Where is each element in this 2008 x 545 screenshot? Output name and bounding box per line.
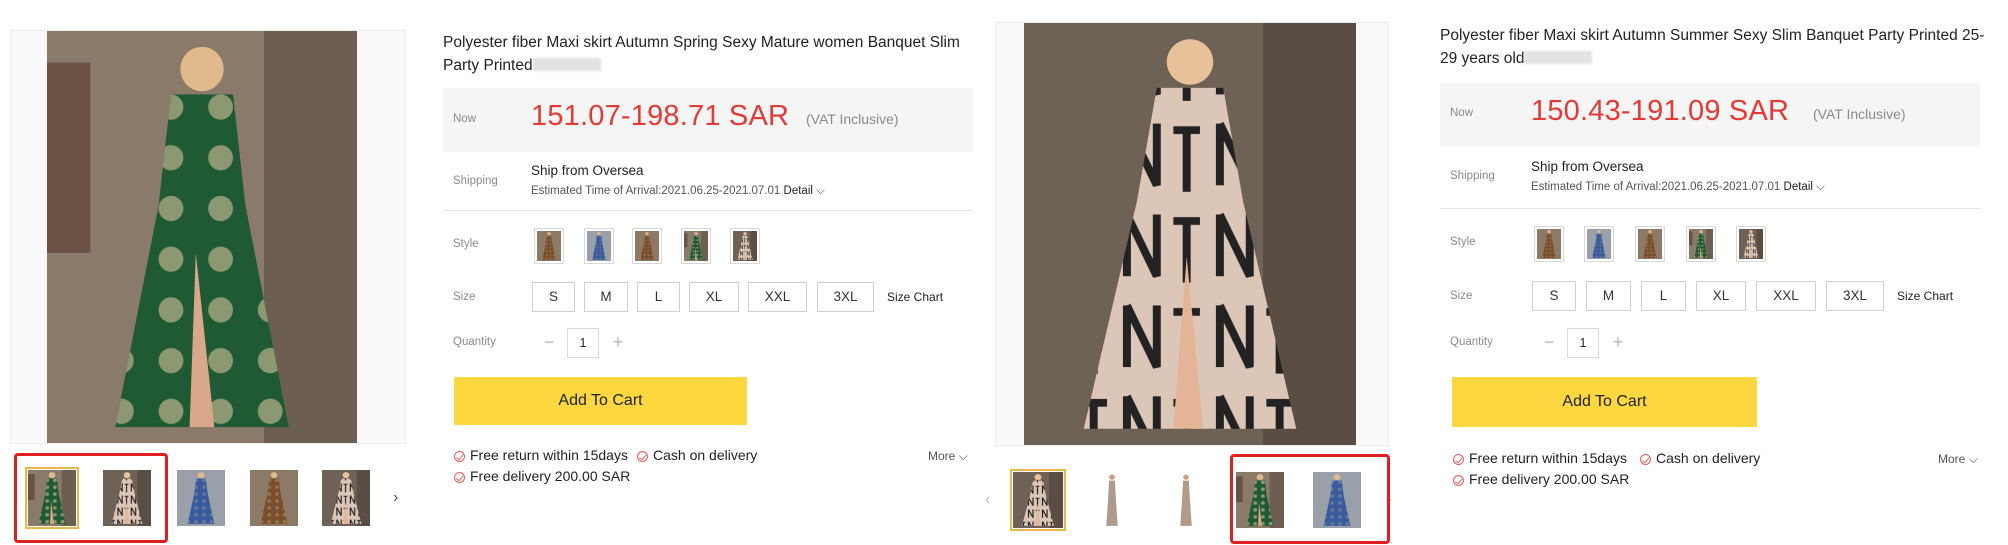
vat-note: (VAT Inclusive) (806, 111, 899, 127)
minus-icon[interactable]: − (1538, 328, 1560, 358)
size-option-l[interactable]: L (1641, 281, 1686, 311)
feature-cod: Cash on delivery (637, 447, 757, 463)
size-option-xl[interactable]: XL (1696, 281, 1746, 311)
size-option-3xl[interactable]: 3XL (1826, 281, 1884, 311)
feature-free-delivery: Free delivery 200.00 SAR (454, 468, 630, 484)
vat-note: (VAT Inclusive) (1813, 106, 1906, 122)
size-chart-link[interactable]: Size Chart (887, 290, 943, 304)
price-label: Now (1450, 107, 1474, 119)
plus-icon[interactable]: + (607, 328, 629, 358)
ship-from: Ship from Oversea (531, 163, 644, 178)
style-option-1[interactable] (1534, 226, 1564, 262)
thumbnail-2[interactable] (1088, 472, 1136, 528)
quantity-label: Quantity (453, 336, 496, 348)
thumbnail-1[interactable] (1010, 469, 1066, 531)
style-option-5[interactable] (730, 228, 760, 264)
detail-link[interactable]: Detail (784, 185, 813, 197)
divider (443, 210, 973, 211)
chevron-down-icon: ⌵ (958, 449, 968, 463)
size-option-m[interactable]: M (1586, 281, 1631, 311)
product-title: Polyester fiber Maxi skirt Autumn Summer… (1440, 27, 1985, 67)
size-label: Size (1450, 290, 1473, 302)
plus-icon[interactable]: + (1607, 328, 1629, 358)
product-panel-2: ‹ › Polyester fiber Maxi skirt Autumn Su… (985, 0, 2008, 545)
eta-text: Estimated Time of Arrival:2021.06.25-202… (531, 185, 825, 197)
style-label: Style (453, 238, 479, 250)
chevron-down-icon: ⌵ (1968, 452, 1978, 466)
size-option-m[interactable]: M (584, 282, 628, 312)
prev-arrow-icon[interactable]: ‹ (985, 490, 990, 510)
check-circle-icon (1453, 454, 1464, 465)
chevron-down-icon: ⌵ (1816, 181, 1825, 193)
style-option-3[interactable] (1635, 226, 1665, 262)
redacted-text (532, 58, 601, 71)
ship-from: Ship from Oversea (1531, 159, 1644, 174)
product-title: Polyester fiber Maxi skirt Autumn Spring… (443, 34, 960, 74)
style-option-4[interactable] (681, 228, 711, 264)
highlight-box (1230, 454, 1390, 544)
style-option-5[interactable] (1736, 226, 1766, 262)
style-option-4[interactable] (1686, 226, 1716, 262)
style-label: Style (1450, 236, 1476, 248)
detail-link[interactable]: Detail (1784, 181, 1813, 193)
next-arrow-icon[interactable]: › (393, 488, 398, 508)
more-link[interactable]: More ⌵ (1938, 452, 1978, 467)
style-option-1[interactable] (534, 228, 564, 264)
check-circle-icon (637, 451, 648, 462)
highlight-box (14, 453, 168, 543)
size-option-xxl[interactable]: XXL (748, 282, 807, 312)
thumbnail-5[interactable] (322, 470, 370, 526)
add-to-cart-button[interactable]: Add To Cart (1452, 377, 1757, 427)
thumbnail-4[interactable] (250, 470, 298, 526)
check-circle-icon (454, 451, 465, 462)
feature-free-return: Free return within 15days (1453, 450, 1627, 466)
redacted-text (1524, 51, 1593, 64)
divider (1440, 208, 1980, 209)
dress-photo (1024, 23, 1356, 445)
thumbnail-3[interactable] (1162, 472, 1210, 528)
chevron-down-icon: ⌵ (816, 185, 825, 197)
style-option-2[interactable] (584, 228, 614, 264)
price-label: Now (453, 113, 477, 125)
shipping-label: Shipping (453, 175, 498, 187)
style-option-2[interactable] (1584, 226, 1614, 262)
eta-text: Estimated Time of Arrival:2021.06.25-202… (1531, 181, 1825, 193)
more-link[interactable]: More ⌵ (928, 449, 968, 464)
quantity-label: Quantity (1450, 336, 1493, 348)
add-to-cart-button[interactable]: Add To Cart (454, 377, 747, 425)
dress-photo (47, 31, 357, 443)
size-option-xxl[interactable]: XXL (1756, 281, 1816, 311)
quantity-input[interactable]: 1 (1567, 328, 1599, 358)
product-panel-1: › Polyester fiber Maxi skirt Autumn Spri… (0, 0, 1000, 545)
feature-cod: Cash on delivery (1640, 450, 1760, 466)
size-option-s[interactable]: S (532, 282, 575, 312)
price: 150.43-191.09 SAR (1531, 95, 1790, 127)
size-option-3xl[interactable]: 3XL (817, 282, 874, 312)
feature-free-delivery: Free delivery 200.00 SAR (1453, 471, 1629, 487)
main-product-image[interactable] (10, 30, 406, 444)
minus-icon[interactable]: − (538, 328, 560, 358)
check-circle-icon (1640, 454, 1651, 465)
thumbnail-3[interactable] (177, 470, 225, 526)
size-chart-link[interactable]: Size Chart (1897, 289, 1953, 303)
size-option-s[interactable]: S (1532, 281, 1576, 311)
check-circle-icon (454, 472, 465, 483)
size-label: Size (453, 291, 476, 303)
check-circle-icon (1453, 475, 1464, 486)
size-option-l[interactable]: L (637, 282, 680, 312)
main-product-image[interactable] (995, 22, 1389, 446)
quantity-input[interactable]: 1 (567, 328, 599, 358)
size-option-xl[interactable]: XL (689, 282, 739, 312)
price: 151.07-198.71 SAR (531, 100, 790, 132)
feature-free-return: Free return within 15days (454, 447, 628, 463)
style-option-3[interactable] (632, 228, 662, 264)
shipping-label: Shipping (1450, 170, 1495, 182)
